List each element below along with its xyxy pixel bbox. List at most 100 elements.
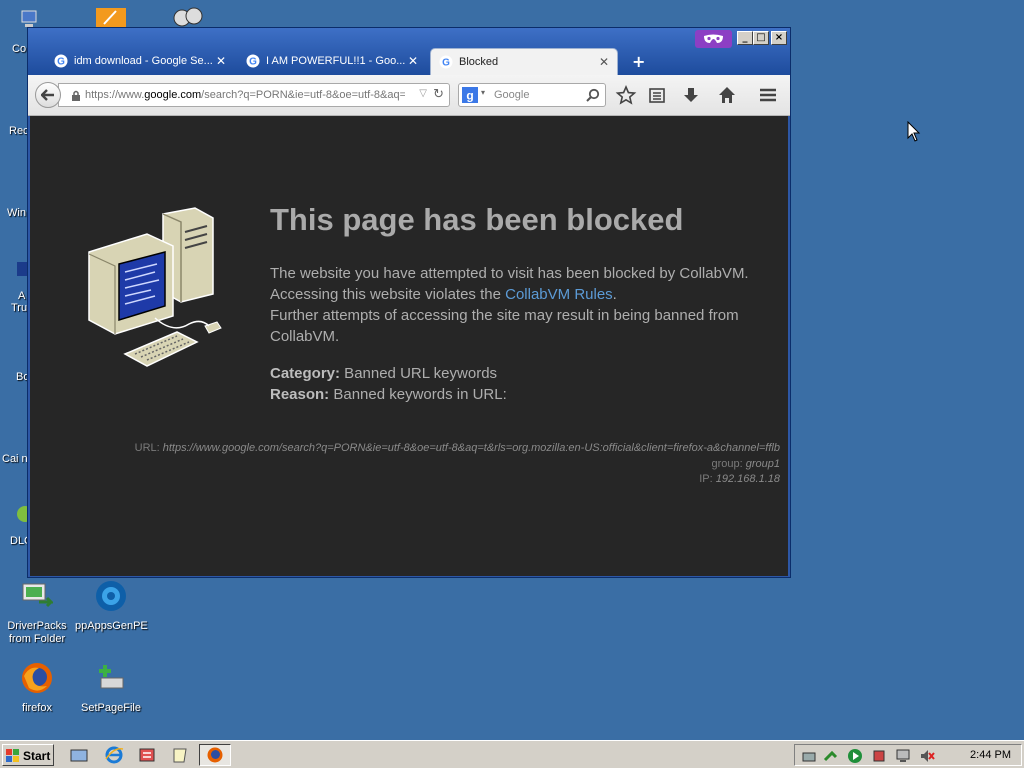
desktop-icon-setpagefile[interactable]: SetPageFile — [75, 662, 147, 715]
desktop-label-a[interactable]: A — [18, 290, 25, 302]
google-favicon-icon: G — [246, 54, 260, 68]
desktop-label-computer[interactable]: Co — [12, 43, 26, 55]
mask-icon — [704, 34, 723, 43]
url-prefix: https://www. — [85, 89, 145, 101]
tab-close-icon[interactable]: ✕ — [599, 55, 609, 69]
bookmark-star-icon[interactable] — [615, 84, 637, 106]
blocked-url-value: https://www.google.com/search?q=PORN&ie=… — [162, 442, 780, 454]
tray-display-icon[interactable] — [895, 748, 911, 764]
setpagefile-icon — [99, 665, 124, 689]
url-path: /search?q=PORN&ie=utf-8&oe=utf-8&aq= — [201, 89, 405, 101]
tray-volume-muted-icon[interactable] — [919, 748, 935, 764]
google-search-engine-icon[interactable]: g — [462, 87, 478, 103]
back-button[interactable] — [35, 82, 61, 108]
network-app-icon[interactable] — [137, 745, 157, 765]
menu-hamburger-icon[interactable] — [757, 84, 779, 106]
message-line-2: Accessing this website violates the Coll… — [270, 284, 780, 305]
desktop-label-windows[interactable]: Win — [7, 207, 26, 219]
start-button[interactable]: Start — [2, 744, 54, 766]
taskbar-firefox-button[interactable] — [199, 744, 231, 766]
new-tab-plus-icon[interactable]: + — [632, 52, 645, 71]
tab-close-icon[interactable]: ✕ — [216, 54, 226, 68]
tab-blocked[interactable]: G Blocked ✕ — [430, 48, 618, 75]
engine-dropdown-icon[interactable]: ▾ — [481, 88, 485, 97]
ip-row: IP: 192.168.1.18 — [699, 473, 780, 485]
tab-i-am-powerful[interactable]: G I AM POWERFUL!!1 - Goo... ✕ — [238, 48, 426, 75]
tab-idm-download[interactable]: G idm download - Google Se... ✕ — [46, 48, 234, 75]
category-value: Banned URL keywords — [340, 365, 498, 382]
reason-row: Reason: Banned keywords in URL: — [270, 384, 507, 405]
app-orange-icon[interactable] — [96, 6, 128, 28]
downloads-icon[interactable] — [680, 84, 702, 106]
message-line-3: Further attempts of accessing the site m… — [270, 307, 739, 345]
ip-value: 192.168.1.18 — [715, 473, 780, 485]
driverpacks-icon — [22, 583, 55, 608]
tray-media-play-icon[interactable] — [847, 748, 863, 764]
page-title: This page has been blocked — [270, 202, 684, 237]
svg-text:G: G — [249, 57, 257, 68]
internet-explorer-icon[interactable] — [104, 745, 124, 765]
notepad-icon[interactable] — [170, 745, 190, 765]
taskbar: Start 2:44 PM — [0, 740, 1024, 768]
google-favicon-icon: G — [439, 55, 453, 69]
private-browsing-badge — [695, 30, 732, 48]
category-label: Category: — [270, 365, 341, 382]
collabvm-rules-link[interactable]: CollabVM Rules — [505, 286, 613, 303]
url-text[interactable]: https://www.google.com/search?q=PORN&ie=… — [85, 89, 405, 101]
url-dropdown-icon[interactable]: ▽ — [419, 88, 427, 99]
desktop-icon-ppappsgenpe[interactable]: ppAppsGenPE — [75, 580, 148, 633]
search-bar[interactable]: g ▾ Google — [458, 83, 606, 107]
show-desktop-icon[interactable] — [69, 745, 89, 765]
title-bar[interactable]: _ □ × G idm download - Google Se... ✕ G … — [28, 28, 790, 76]
block-details: Category: Banned URL keywords Reason: Ba… — [270, 363, 507, 405]
close-icon: × — [774, 32, 784, 43]
tray-network-icon[interactable] — [801, 748, 817, 764]
close-window-button[interactable]: × — [771, 31, 787, 45]
tab-close-icon[interactable]: ✕ — [408, 54, 418, 68]
browser-window: _ □ × G idm download - Google Se... ✕ G … — [27, 27, 791, 578]
lock-icon[interactable] — [71, 90, 81, 102]
minimize-button[interactable]: _ — [737, 31, 753, 45]
system-tray: 2:44 PM — [794, 744, 1022, 766]
desktop-icon-label: ppAppsGenPE — [75, 620, 148, 632]
desktop-label-cai[interactable]: Cai n — [2, 453, 28, 465]
desktop-icon-label: firefox — [22, 702, 52, 714]
maximize-button[interactable]: □ — [753, 31, 769, 45]
tab-label: idm download - Google Se... — [74, 55, 213, 67]
google-favicon-icon: G — [54, 54, 68, 68]
group-label: group: — [711, 458, 746, 470]
url-label: URL: — [134, 442, 163, 454]
page-content: This page has been blocked The website y… — [30, 116, 788, 576]
message-line-2-period: . — [612, 286, 617, 303]
ip-label: IP: — [699, 473, 716, 485]
desktop-label-tru[interactable]: Tru — [11, 302, 27, 314]
block-message: The website you have attempted to visit … — [270, 263, 780, 347]
reason-label: Reason: — [270, 386, 330, 403]
start-label: Start — [23, 749, 51, 763]
tab-label: I AM POWERFUL!!1 - Goo... — [266, 55, 406, 67]
desktop-icon-driverpacks[interactable]: DriverPacks from Folder — [1, 580, 73, 646]
bookmarks-menu-icon[interactable] — [646, 84, 668, 106]
reload-icon[interactable]: ↻ — [433, 87, 444, 102]
home-icon[interactable] — [716, 84, 738, 106]
search-placeholder: Google — [494, 89, 530, 101]
group-row: group: group1 — [711, 458, 780, 470]
desktop-icon-firefox[interactable]: firefox — [1, 662, 73, 715]
clock[interactable]: 2:44 PM — [970, 749, 1011, 761]
svg-text:G: G — [57, 57, 65, 68]
group-value: group1 — [745, 458, 780, 470]
svg-text:g: g — [466, 89, 473, 103]
search-icon[interactable] — [586, 88, 600, 102]
computer-illustration-icon — [88, 207, 222, 367]
mouse-cursor-icon — [907, 121, 921, 142]
film-reel-icon[interactable] — [172, 6, 204, 28]
url-bar[interactable]: https://www.google.com/search?q=PORN&ie=… — [58, 83, 450, 107]
desktop-label-recycle[interactable]: Rec — [9, 125, 29, 137]
url-domain: google.com — [144, 89, 202, 101]
tray-app-icon[interactable] — [871, 748, 887, 764]
category-row: Category: Banned URL keywords — [270, 363, 507, 384]
maximize-icon: □ — [756, 32, 766, 43]
ppappsgenpe-icon — [96, 581, 126, 611]
firefox-icon — [22, 663, 52, 693]
tray-safely-remove-icon[interactable] — [823, 748, 839, 764]
